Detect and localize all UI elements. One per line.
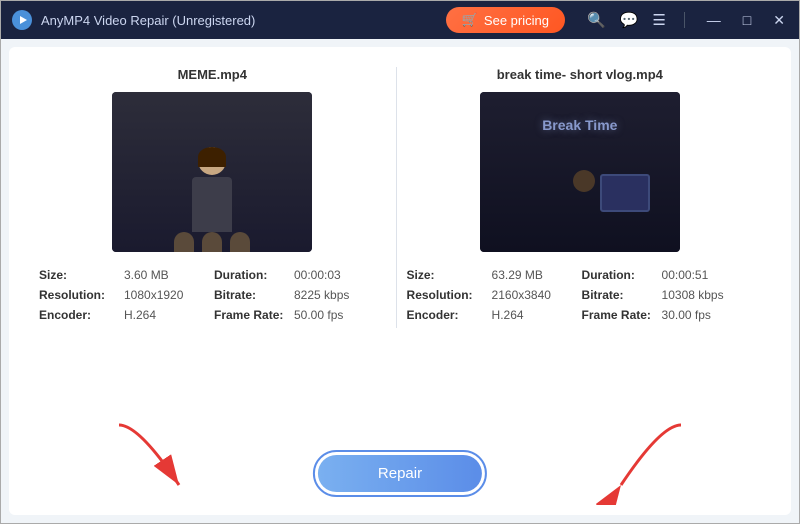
minimize-button[interactable]: — xyxy=(703,10,725,30)
figure-standing xyxy=(192,147,232,232)
menu-icon[interactable]: ☰ xyxy=(652,11,665,29)
person-hair xyxy=(198,147,226,167)
audience-head-1 xyxy=(174,232,194,252)
break-time-overlay: Break Time xyxy=(542,117,617,133)
close-button[interactable]: ✕ xyxy=(769,10,789,31)
right-video-content: Break Time xyxy=(480,92,680,252)
monitor xyxy=(600,174,650,212)
right-size-label: Size: xyxy=(407,268,482,282)
left-duration-label: Duration: xyxy=(214,268,284,282)
left-info-row-3: Encoder: H.264 Frame Rate: 50.00 fps xyxy=(39,308,386,322)
left-arrow xyxy=(89,415,249,505)
maximize-button[interactable]: □ xyxy=(739,10,755,30)
right-encoder-label: Encoder: xyxy=(407,308,482,322)
right-video-thumbnail: Break Time xyxy=(480,92,680,252)
bottom-section: Repair xyxy=(9,395,791,515)
left-panel-title: MEME.mp4 xyxy=(178,67,247,82)
right-panel-title: break time- short vlog.mp4 xyxy=(497,67,663,82)
right-duration-label: Duration: xyxy=(582,268,652,282)
right-framerate-label: Frame Rate: xyxy=(582,308,652,322)
right-arrow xyxy=(551,415,711,505)
audience-head-3 xyxy=(230,232,250,252)
pricing-label: See pricing xyxy=(484,13,549,28)
repair-button[interactable]: Repair xyxy=(318,455,482,492)
cart-icon: 🛒 xyxy=(462,12,478,28)
left-info-row-2: Resolution: 1080x1920 Bitrate: 8225 kbps xyxy=(39,288,386,302)
left-resolution-value: 1080x1920 xyxy=(124,288,204,302)
app-logo xyxy=(11,9,33,31)
titlebar-controls: 🔍 💬 ☰ — □ ✕ xyxy=(587,10,789,31)
audience-row xyxy=(112,227,312,252)
right-size-value: 63.29 MB xyxy=(492,268,572,282)
right-framerate-value: 30.00 fps xyxy=(662,308,711,322)
right-file-info: Size: 63.29 MB Duration: 00:00:51 Resolu… xyxy=(407,268,754,328)
right-info-row-1: Size: 63.29 MB Duration: 00:00:51 xyxy=(407,268,754,282)
app-title: AnyMP4 Video Repair (Unregistered) xyxy=(41,13,446,28)
pricing-button[interactable]: 🛒 See pricing xyxy=(446,7,565,33)
right-bitrate-label: Bitrate: xyxy=(582,288,652,302)
left-info-row-1: Size: 3.60 MB Duration: 00:00:03 xyxy=(39,268,386,282)
left-size-value: 3.60 MB xyxy=(124,268,204,282)
right-duration-value: 00:00:51 xyxy=(662,268,709,282)
titlebar: AnyMP4 Video Repair (Unregistered) 🛒 See… xyxy=(1,1,799,39)
left-bitrate-value: 8225 kbps xyxy=(294,288,349,302)
separator xyxy=(684,12,685,28)
left-file-info: Size: 3.60 MB Duration: 00:00:03 Resolut… xyxy=(39,268,386,328)
repair-button-container: Repair xyxy=(313,450,487,497)
panels-wrapper: MEME.mp4 xyxy=(39,67,761,328)
right-bitrate-value: 10308 kbps xyxy=(662,288,724,302)
left-encoder-value: H.264 xyxy=(124,308,204,322)
left-resolution-label: Resolution: xyxy=(39,288,114,302)
main-content: MEME.mp4 xyxy=(9,47,791,515)
panel-divider xyxy=(396,67,397,328)
desk-scene xyxy=(570,162,660,232)
left-panel: MEME.mp4 xyxy=(39,67,386,328)
right-info-row-2: Resolution: 2160x3840 Bitrate: 10308 kbp… xyxy=(407,288,754,302)
right-panel: break time- short vlog.mp4 Break Time Si… xyxy=(407,67,754,328)
left-video-content xyxy=(112,92,312,252)
person-body xyxy=(192,177,232,232)
search-icon[interactable]: 🔍 xyxy=(587,11,606,29)
right-encoder-value: H.264 xyxy=(492,308,572,322)
left-framerate-label: Frame Rate: xyxy=(214,308,284,322)
left-duration-value: 00:00:03 xyxy=(294,268,341,282)
right-resolution-value: 2160x3840 xyxy=(492,288,572,302)
person-at-desk xyxy=(573,170,595,192)
left-encoder-label: Encoder: xyxy=(39,308,114,322)
left-video-thumbnail xyxy=(112,92,312,252)
right-info-row-3: Encoder: H.264 Frame Rate: 30.00 fps xyxy=(407,308,754,322)
chat-icon[interactable]: 💬 xyxy=(620,11,639,29)
left-size-label: Size: xyxy=(39,268,114,282)
left-bitrate-label: Bitrate: xyxy=(214,288,284,302)
left-framerate-value: 50.00 fps xyxy=(294,308,343,322)
audience-head-2 xyxy=(202,232,222,252)
right-resolution-label: Resolution: xyxy=(407,288,482,302)
